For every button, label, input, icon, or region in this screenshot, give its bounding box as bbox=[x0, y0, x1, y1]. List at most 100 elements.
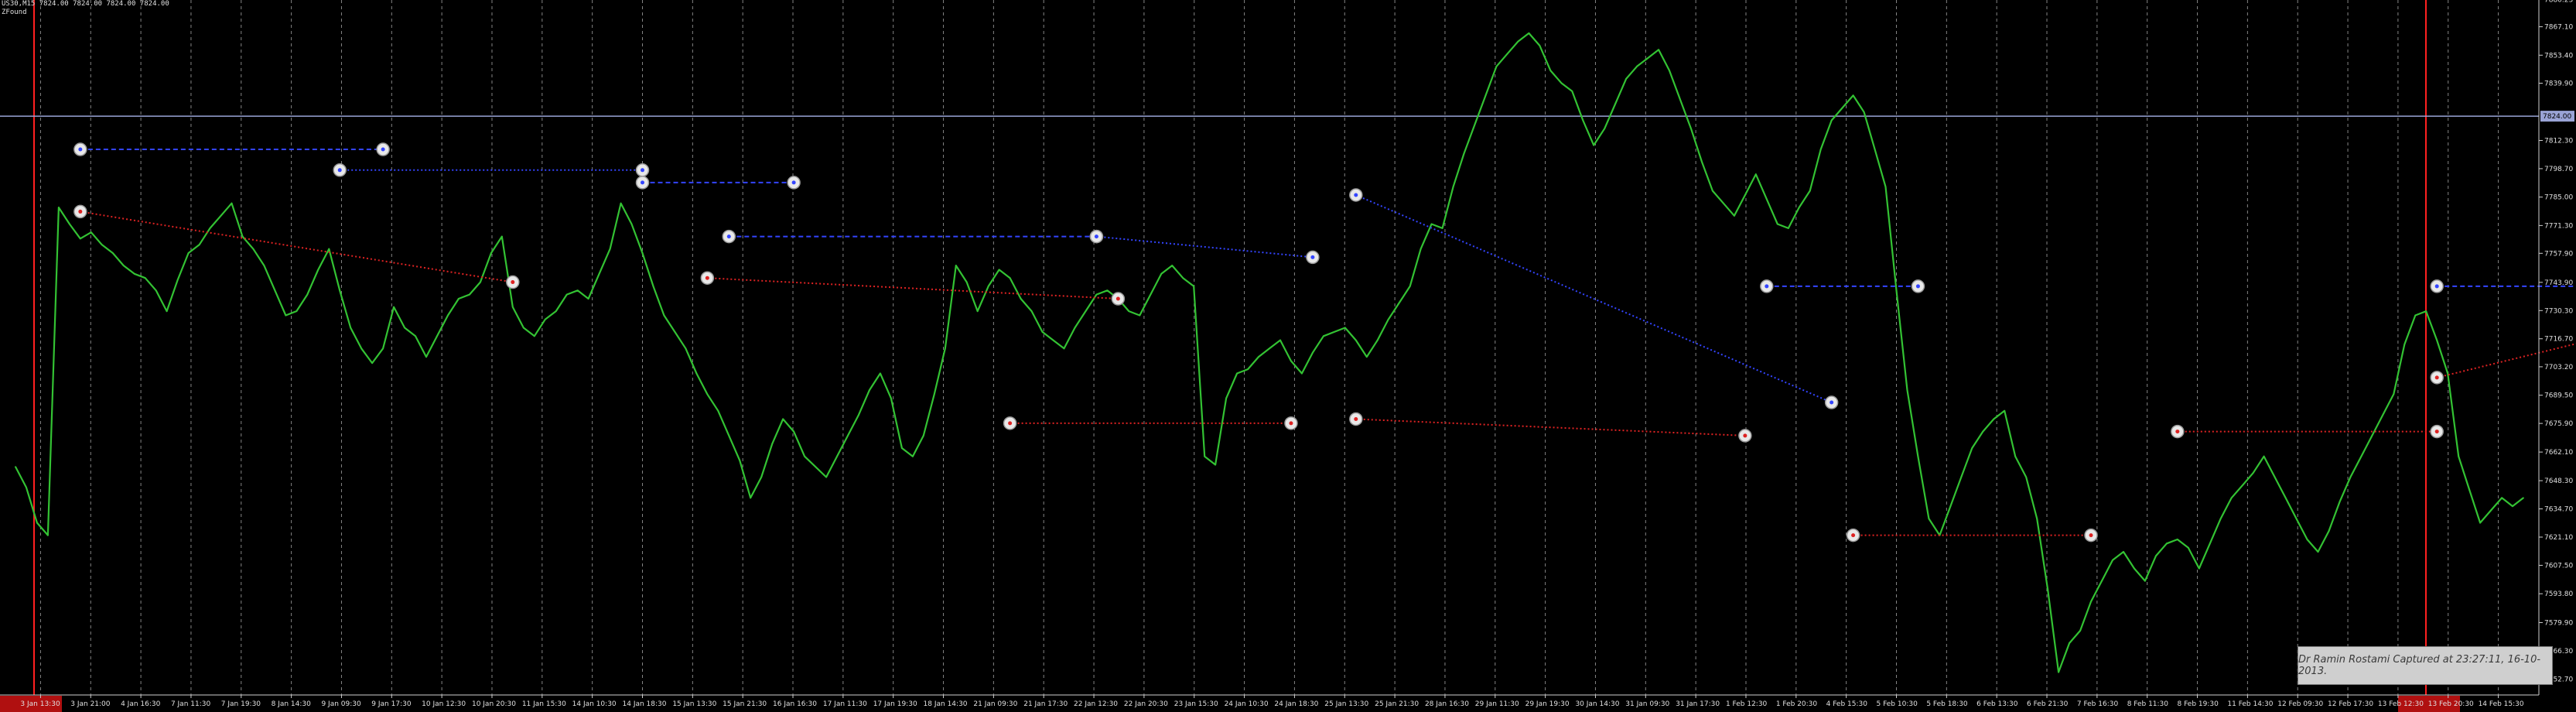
price-point bbox=[306, 293, 309, 296]
x-tick-label: 17 Jan 19:30 bbox=[873, 700, 917, 708]
price-point bbox=[2187, 546, 2189, 549]
price-point bbox=[511, 306, 514, 308]
price-point bbox=[2219, 518, 2222, 520]
price-point bbox=[1095, 293, 1098, 296]
y-tick-label: 7607.50 bbox=[2544, 562, 2573, 570]
x-tick-label: 25 Jan 21:30 bbox=[1375, 700, 1419, 708]
price-point bbox=[2230, 497, 2233, 499]
price-point bbox=[393, 306, 395, 308]
price-point bbox=[285, 314, 287, 317]
x-tick-label: 9 Jan 17:30 bbox=[371, 700, 412, 708]
price-point bbox=[1247, 368, 1249, 371]
price-point bbox=[1409, 286, 1411, 287]
price-point bbox=[674, 330, 676, 333]
price-point bbox=[1322, 335, 1324, 337]
marker-endpoint-dot bbox=[1310, 255, 1315, 259]
price-point bbox=[998, 269, 1000, 271]
price-point bbox=[371, 362, 374, 365]
price-point bbox=[522, 327, 524, 329]
price-point bbox=[1030, 310, 1033, 312]
price-point bbox=[404, 327, 405, 329]
price-point bbox=[1906, 389, 1908, 391]
price-point bbox=[274, 289, 276, 292]
price-point bbox=[26, 487, 27, 488]
price-point bbox=[771, 443, 774, 445]
price-point bbox=[1917, 455, 1919, 457]
price-point bbox=[663, 314, 665, 317]
price-chart[interactable]: 7880.23 7867.10 7853.40 7839.90 7812.30 7798.… bbox=[0, 0, 2576, 712]
price-point bbox=[1549, 70, 1552, 72]
price-point bbox=[2090, 601, 2092, 603]
y-tick-label: 7757.90 bbox=[2544, 250, 2573, 258]
marker-endpoint-dot bbox=[705, 276, 709, 280]
price-point bbox=[2101, 580, 2103, 582]
price-point bbox=[1895, 289, 1898, 292]
price-point bbox=[987, 286, 989, 287]
price-point bbox=[1744, 194, 1746, 196]
price-point bbox=[1171, 265, 1174, 267]
y-tick-label: 7839.90 bbox=[2544, 80, 2573, 87]
price-point bbox=[1765, 198, 1768, 200]
red-marker-segment bbox=[1355, 418, 1745, 436]
x-tick-label: 24 Jan 10:30 bbox=[1225, 700, 1269, 708]
price-point bbox=[187, 252, 190, 254]
price-point bbox=[976, 310, 979, 312]
price-point bbox=[641, 252, 644, 254]
x-tick-label: 11 Jan 15:30 bbox=[522, 700, 566, 708]
price-point bbox=[652, 286, 654, 287]
marker-endpoint-dot bbox=[1915, 284, 1920, 289]
price-point bbox=[695, 372, 698, 375]
price-point bbox=[1398, 302, 1400, 304]
price-point bbox=[1819, 149, 1822, 150]
price-point bbox=[2317, 551, 2319, 553]
y-tick-label: 7867.10 bbox=[2544, 24, 2573, 32]
price-point bbox=[2025, 476, 2028, 478]
price-point bbox=[1074, 327, 1076, 329]
marker-endpoint-dot bbox=[1289, 421, 1293, 426]
price-point bbox=[2382, 414, 2384, 416]
price-point bbox=[2079, 630, 2081, 632]
price-point bbox=[2004, 409, 2006, 412]
price-point bbox=[739, 460, 741, 461]
price-point bbox=[79, 238, 81, 240]
price-point bbox=[231, 202, 233, 204]
price-point bbox=[101, 244, 103, 246]
price-point bbox=[382, 347, 384, 350]
marker-endpoint-dot bbox=[381, 147, 385, 152]
marker-endpoint-dot bbox=[511, 280, 515, 285]
marker-endpoint-dot bbox=[2434, 284, 2439, 289]
x-tick-label: 22 Jan 12:30 bbox=[1074, 700, 1118, 708]
x-tick-label: 7 Jan 11:30 bbox=[171, 700, 211, 708]
x-tick-label: 5 Feb 18:30 bbox=[1926, 700, 1968, 708]
price-point bbox=[2393, 393, 2395, 395]
y-tick-label: 7689.50 bbox=[2544, 392, 2573, 400]
marker-endpoint-dot bbox=[1743, 433, 1748, 438]
price-point bbox=[1809, 190, 1811, 192]
price-point bbox=[793, 430, 795, 433]
price-point bbox=[1420, 248, 1422, 250]
price-point bbox=[1593, 144, 1595, 146]
price-point bbox=[728, 435, 730, 436]
x-tick-label: 10 Jan 20:30 bbox=[472, 700, 516, 708]
x-tick-label: 13 Feb 20:30 bbox=[2428, 700, 2474, 708]
y-axis: 7880.23 7867.10 7853.40 7839.90 7812.30 7798.… bbox=[2538, 0, 2574, 695]
price-point bbox=[47, 534, 49, 536]
capture-caption: Dr Ramin Rostami Captured at 23:27:11, 1… bbox=[2298, 646, 2553, 685]
price-point bbox=[965, 281, 968, 283]
price-point bbox=[328, 248, 330, 250]
price-point bbox=[825, 476, 827, 478]
price-point bbox=[782, 418, 784, 420]
y-tick-label: 7880.23 bbox=[2544, 0, 2573, 4]
price-point bbox=[2371, 435, 2373, 436]
y-tick-label: 7716.70 bbox=[2544, 336, 2573, 344]
price-point bbox=[2425, 310, 2427, 312]
blue-marker-segment bbox=[1096, 235, 1313, 258]
price-point bbox=[1441, 227, 1443, 229]
price-point bbox=[717, 409, 719, 412]
price-point bbox=[2306, 539, 2308, 540]
price-point bbox=[576, 289, 579, 292]
x-tick-label: 22 Jan 20:30 bbox=[1124, 700, 1168, 708]
price-point bbox=[1204, 455, 1206, 457]
price-point bbox=[1063, 347, 1065, 350]
x-tick-label: 23 Jan 15:30 bbox=[1174, 700, 1218, 708]
